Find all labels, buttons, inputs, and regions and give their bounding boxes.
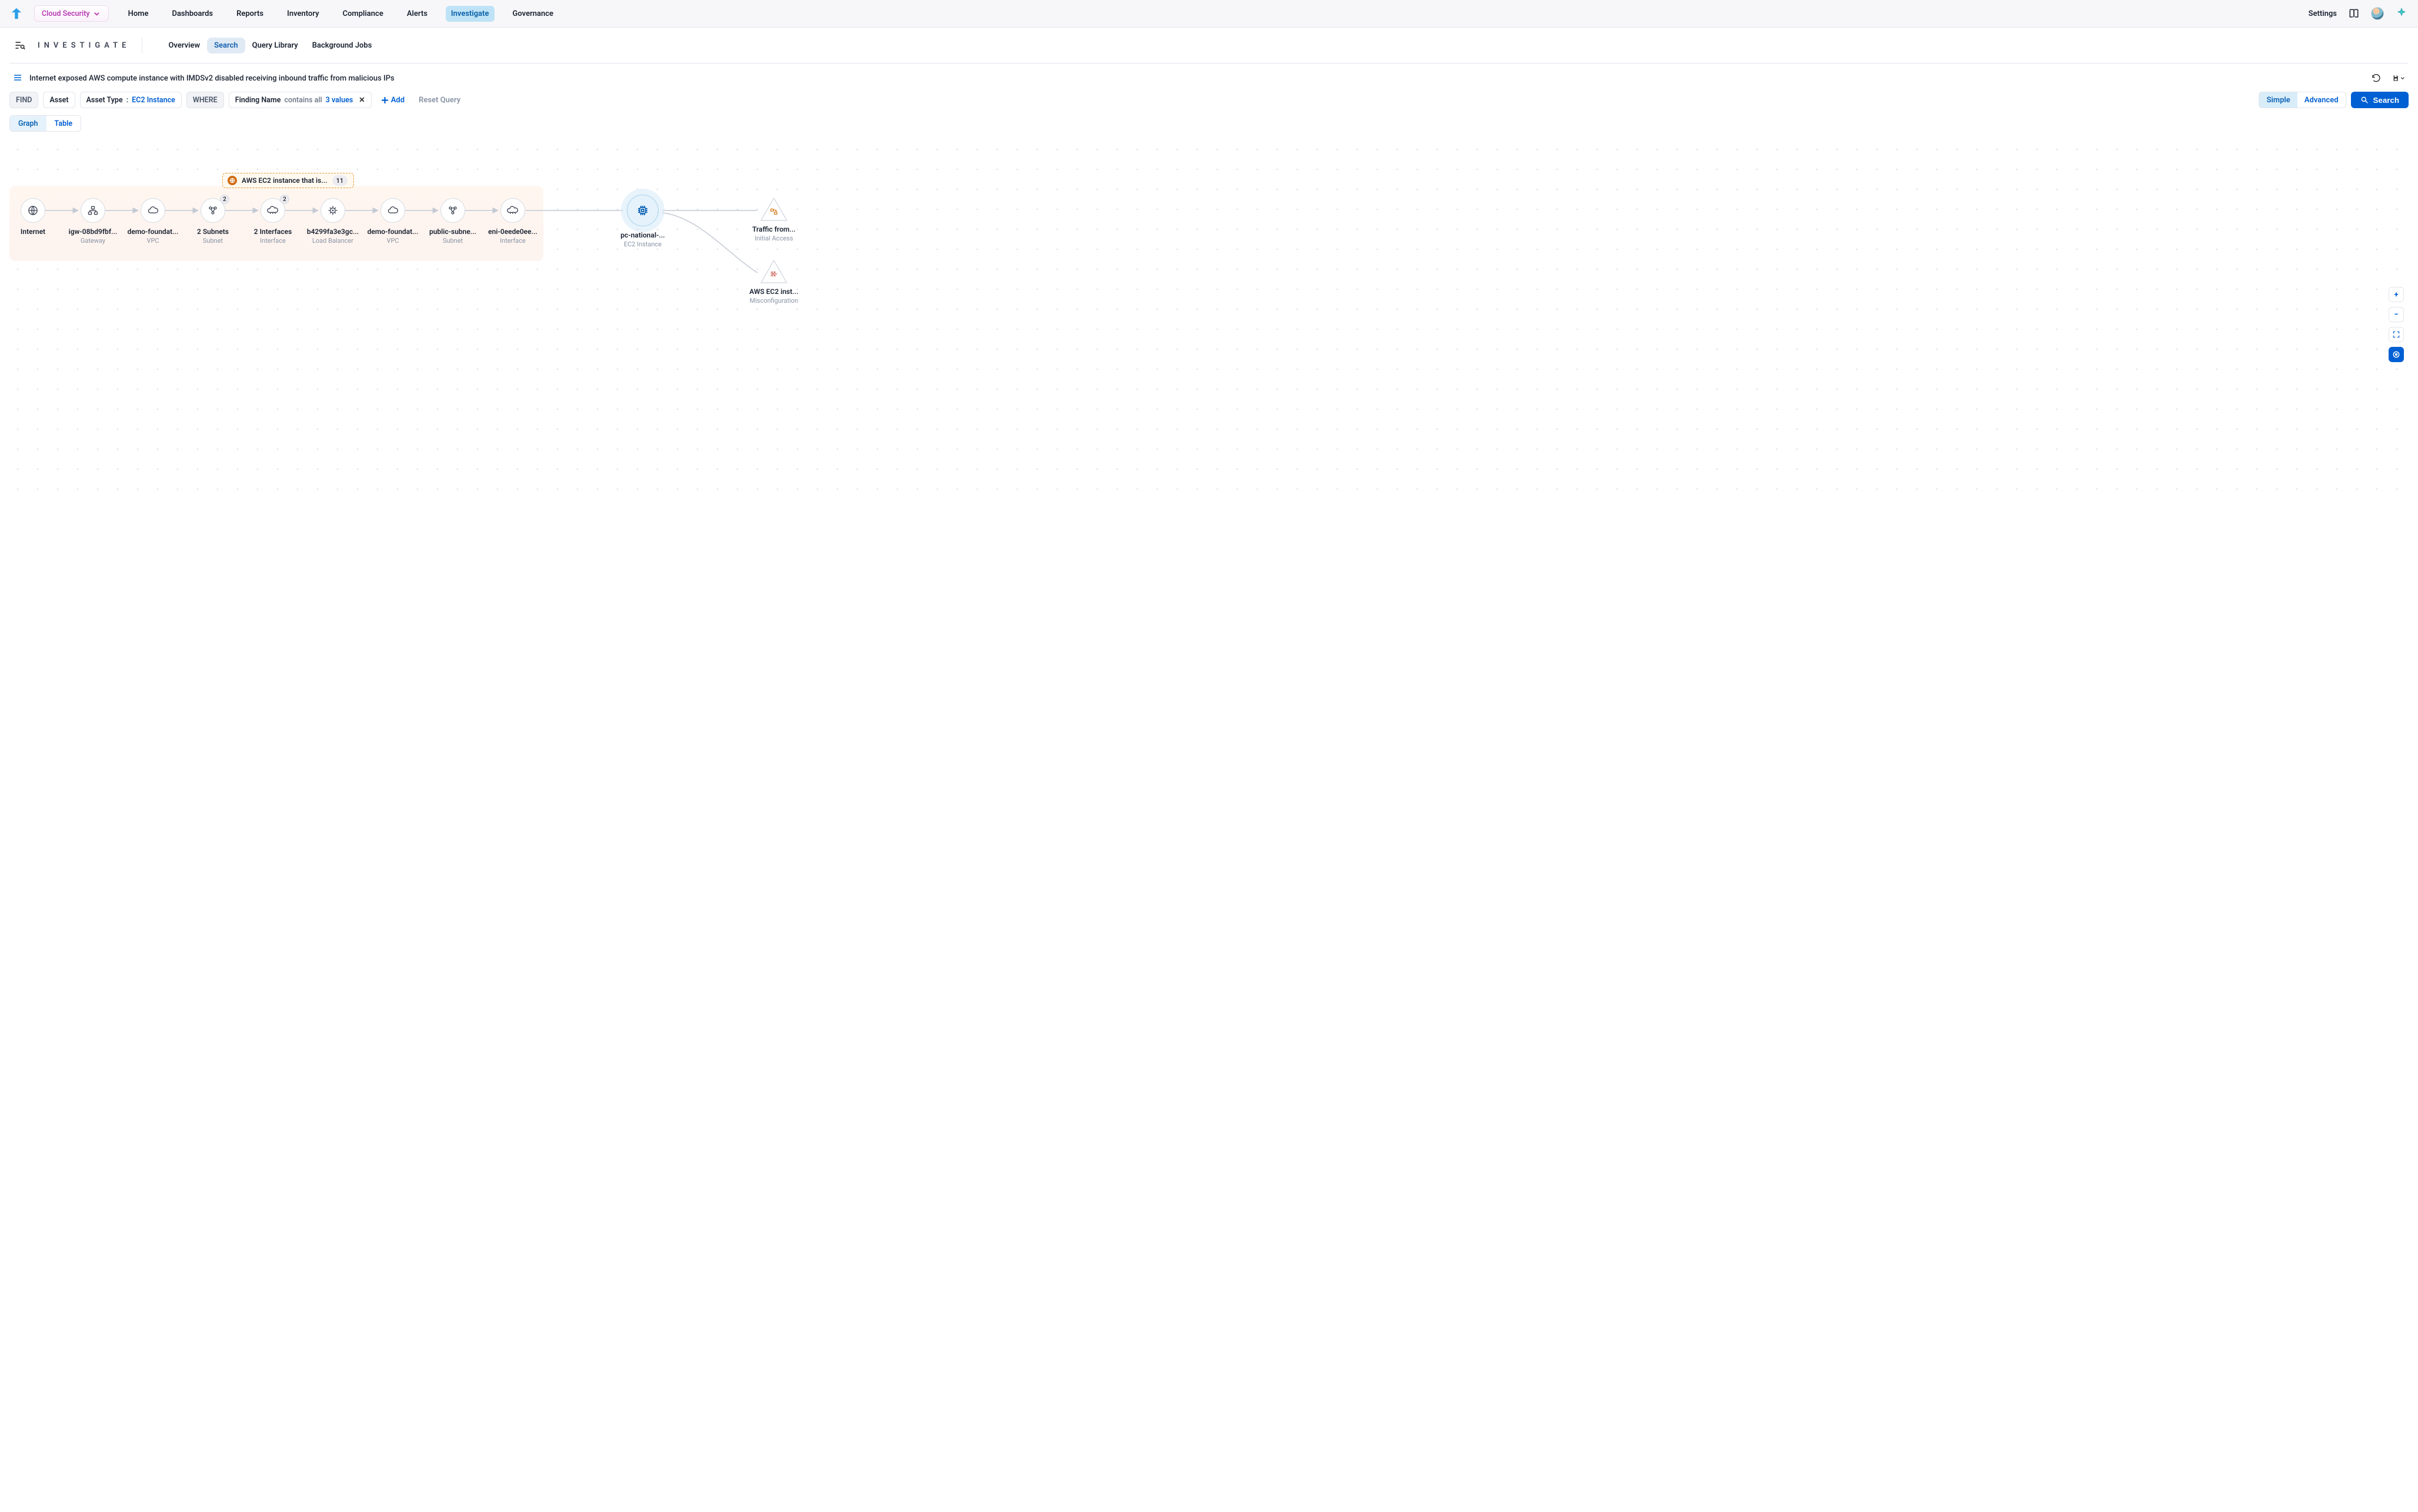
plus-icon <box>381 96 389 104</box>
graph-controls: + − <box>2389 287 2404 362</box>
view-toggle-row: Graph Table <box>0 113 2418 132</box>
node-vpc1[interactable]: demo-foundat...VPC <box>126 198 179 245</box>
node-eni[interactable]: eni-0eede0ee...Interface <box>486 198 539 245</box>
fullscreen-button[interactable] <box>2389 327 2404 342</box>
node-title: igw-08bd9fbf... <box>69 228 118 236</box>
group-chip-count: 11 <box>332 175 348 186</box>
view-graph[interactable]: Graph <box>10 116 46 131</box>
nav-links: Home Dashboards Reports Inventory Compli… <box>123 6 559 22</box>
sub-header: INVESTIGATE Overview Search Query Librar… <box>0 28 2418 63</box>
nav-right: Settings <box>2309 6 2409 21</box>
nav-reports[interactable]: Reports <box>231 6 269 22</box>
node-internet[interactable]: Internet <box>9 198 59 236</box>
remove-finding-icon[interactable]: ✕ <box>359 95 365 105</box>
node-subtitle: VPC <box>146 237 159 245</box>
docs-icon[interactable] <box>2347 7 2360 20</box>
node-subtitle: EC2 Instance <box>624 240 662 248</box>
node-title: 2 Interfaces <box>254 228 292 236</box>
query-icon <box>13 73 24 83</box>
group-chip[interactable]: AWS EC2 instance that is... 11 <box>222 173 354 188</box>
group-chip-label: AWS EC2 instance that is... <box>242 176 328 185</box>
node-title: pc-national-... <box>620 231 664 239</box>
keyword-find: FIND <box>9 92 38 108</box>
user-avatar[interactable] <box>2371 7 2384 20</box>
search-icon <box>2360 96 2369 104</box>
sub-tabs: Overview Search Query Library Background… <box>161 38 379 53</box>
node-title: eni-0eede0ee... <box>488 228 537 236</box>
node-subtitle: Load Balancer <box>312 237 353 245</box>
node-igw[interactable]: igw-08bd9fbf...Gateway <box>66 198 119 245</box>
node-subtitle: Misconfiguration <box>750 297 799 305</box>
query-builder: FIND Asset Asset Type : EC2 Instance WHE… <box>0 92 2418 113</box>
node-badge: 2 <box>220 195 229 204</box>
nav-investigate[interactable]: Investigate <box>446 6 495 22</box>
subtab-background-jobs[interactable]: Background Jobs <box>305 38 379 53</box>
save-menu-button[interactable] <box>2392 72 2405 85</box>
node-subtitle: Interface <box>260 237 286 245</box>
recenter-button[interactable] <box>2389 347 2404 362</box>
node-miscfg[interactable]: AWS EC2 inst...Misconfiguration <box>747 259 800 305</box>
node-title: Internet <box>21 228 45 236</box>
view-table[interactable]: Table <box>46 116 81 131</box>
node-title: b4299fa3e3gc... <box>307 228 359 236</box>
node-subtitle: Initial Access <box>754 235 793 242</box>
mode-toggle: Simple Advanced <box>2259 92 2346 108</box>
node-badge: 2 <box>280 195 289 204</box>
nav-dashboards[interactable]: Dashboards <box>166 6 218 22</box>
globe-warn-icon <box>228 176 237 185</box>
add-condition-button[interactable]: Add <box>376 96 409 105</box>
subtab-overview[interactable]: Overview <box>161 38 207 53</box>
query-title-row: Internet exposed AWS compute instance wi… <box>0 63 2418 92</box>
chevron-down-icon <box>2400 73 2405 83</box>
nav-alerts[interactable]: Alerts <box>402 6 433 22</box>
nav-inventory[interactable]: Inventory <box>282 6 325 22</box>
subtab-search[interactable]: Search <box>207 38 245 53</box>
node-vpc2[interactable]: demo-foundat...VPC <box>366 198 419 245</box>
subtab-query-library[interactable]: Query Library <box>245 38 305 53</box>
keyword-where: WHERE <box>186 92 224 108</box>
zoom-in-button[interactable]: + <box>2389 287 2404 302</box>
node-title: public-subne... <box>429 228 476 236</box>
investigate-icon <box>14 39 26 51</box>
nav-governance[interactable]: Governance <box>507 6 559 22</box>
node-title: demo-foundat... <box>368 228 419 236</box>
app-switcher[interactable]: Cloud Security <box>34 5 109 22</box>
product-logo[interactable] <box>9 6 24 21</box>
node-ec2[interactable]: pc-national-...EC2 Instance <box>616 195 669 248</box>
mode-simple[interactable]: Simple <box>2259 92 2297 108</box>
node-subtitle: Interface <box>500 237 526 245</box>
chip-asset[interactable]: Asset <box>43 92 75 108</box>
reset-query-button[interactable]: Reset Query <box>414 96 465 105</box>
node-subtitle: Subnet <box>443 237 463 245</box>
node-subnet2[interactable]: public-subne...Subnet <box>426 198 479 245</box>
chevron-down-icon <box>93 11 100 17</box>
node-ifaces[interactable]: 2 2 InterfacesInterface <box>246 198 299 245</box>
nav-home[interactable]: Home <box>123 6 154 22</box>
graph-canvas[interactable]: AWS EC2 instance that is... 11 Internet i… <box>9 141 2409 506</box>
settings-link[interactable]: Settings <box>2309 9 2337 18</box>
search-button[interactable]: Search <box>2351 92 2409 108</box>
top-nav: Cloud Security Home Dashboards Reports I… <box>0 0 2418 28</box>
query-title: Internet exposed AWS compute instance wi… <box>29 74 395 83</box>
app-switcher-label: Cloud Security <box>42 9 90 18</box>
view-toggle: Graph Table <box>9 115 81 132</box>
nav-compliance[interactable]: Compliance <box>338 6 389 22</box>
page-name: INVESTIGATE <box>38 41 130 50</box>
node-lb[interactable]: b4299fa3e3gc...Load Balancer <box>306 198 359 245</box>
node-subtitle: VPC <box>386 237 399 245</box>
chip-asset-type[interactable]: Asset Type : EC2 Instance <box>80 92 182 108</box>
ai-assistant-icon[interactable] <box>2394 6 2409 21</box>
chip-finding[interactable]: Finding Name contains all 3 values ✕ <box>229 92 372 108</box>
node-subtitle: Gateway <box>81 237 105 245</box>
mode-advanced[interactable]: Advanced <box>2297 92 2346 108</box>
node-title: Traffic from... <box>752 225 796 233</box>
node-traffic[interactable]: Traffic from... Initial Access <box>747 197 800 242</box>
node-title: demo-foundat... <box>128 228 179 236</box>
node-title: AWS EC2 inst... <box>749 287 798 296</box>
undo-button[interactable] <box>2370 72 2383 85</box>
node-subtitle: Subnet <box>203 237 223 245</box>
node-subnets[interactable]: 2 2 SubnetsSubnet <box>186 198 239 245</box>
node-title: 2 Subnets <box>197 228 229 236</box>
zoom-out-button[interactable]: − <box>2389 307 2404 322</box>
